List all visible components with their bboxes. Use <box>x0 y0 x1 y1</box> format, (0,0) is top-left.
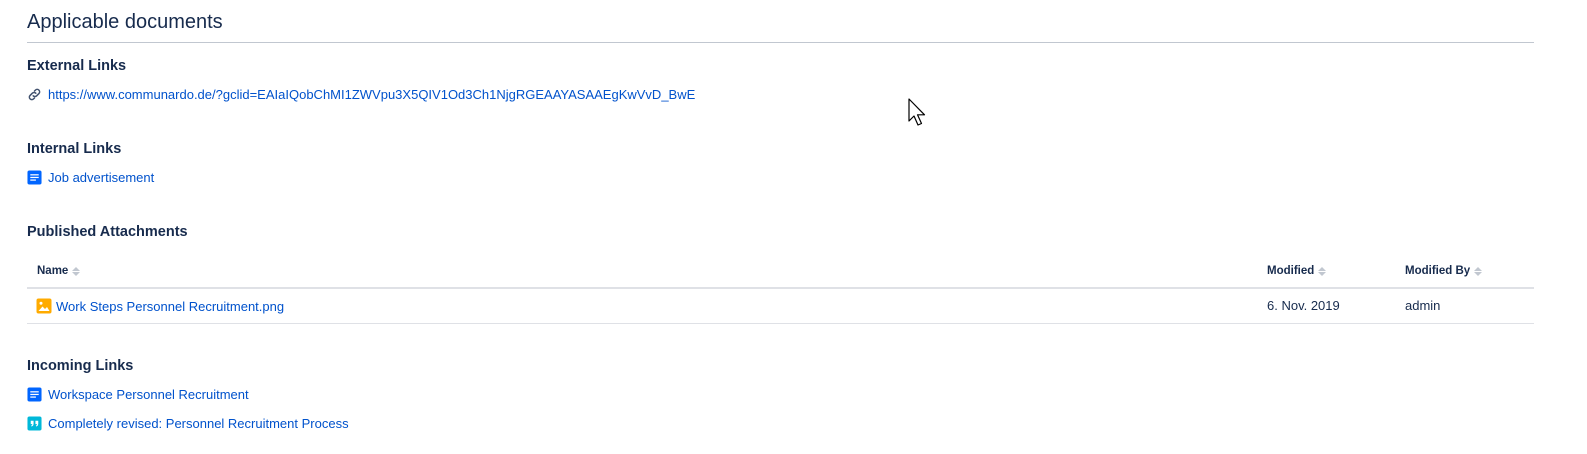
internal-link[interactable]: Job advertisement <box>48 170 154 185</box>
incoming-link[interactable]: Completely revised: Personnel Recruitmen… <box>48 416 349 431</box>
column-header-modified-by[interactable]: Modified By <box>1405 265 1483 277</box>
modified-by-user: admin <box>1405 298 1441 313</box>
applicable-documents-page: Applicable documents External Links http… <box>0 0 1587 454</box>
external-link-item[interactable]: https://www.communardo.de/?gclid=EAIaIQo… <box>27 85 695 103</box>
attachments-table: Name Modified Modified By Work Steps Per… <box>27 258 1534 324</box>
table-row: Work Steps Personnel Recruitment.png 6. … <box>27 289 1534 324</box>
mouse-cursor-icon <box>908 98 926 126</box>
column-header-label: Name <box>37 265 69 277</box>
external-links-title: External Links <box>27 58 127 74</box>
page-icon <box>27 386 42 402</box>
published-attachments-title: Published Attachments <box>27 224 188 240</box>
page-icon <box>27 169 42 185</box>
column-header-label: Modified By <box>1405 265 1471 277</box>
internal-links-title: Internal Links <box>27 141 122 157</box>
column-header-modified[interactable]: Modified <box>1267 265 1327 277</box>
column-header-label: Modified <box>1267 265 1315 277</box>
blog-quote-icon <box>27 415 42 431</box>
page-title: Applicable documents <box>27 11 223 33</box>
incoming-links-title: Incoming Links <box>27 358 134 374</box>
attachment-link[interactable]: Work Steps Personnel Recruitment.png <box>56 299 284 314</box>
incoming-link-item[interactable]: Workspace Personnel Recruitment <box>27 385 249 403</box>
sort-icon <box>1474 266 1483 276</box>
image-icon <box>36 298 52 314</box>
incoming-link[interactable]: Workspace Personnel Recruitment <box>48 387 249 402</box>
external-link[interactable]: https://www.communardo.de/?gclid=EAIaIQo… <box>48 87 695 102</box>
title-divider <box>27 42 1534 43</box>
sort-icon <box>72 266 81 276</box>
sort-icon <box>1318 266 1327 276</box>
modified-date: 6. Nov. 2019 <box>1267 298 1340 313</box>
incoming-link-item[interactable]: Completely revised: Personnel Recruitmen… <box>27 414 349 432</box>
table-header: Name Modified Modified By <box>27 258 1534 289</box>
link-icon <box>27 87 42 102</box>
attachment-name-cell[interactable]: Work Steps Personnel Recruitment.png <box>36 298 284 314</box>
column-header-name[interactable]: Name <box>37 265 81 277</box>
internal-link-item[interactable]: Job advertisement <box>27 168 154 186</box>
